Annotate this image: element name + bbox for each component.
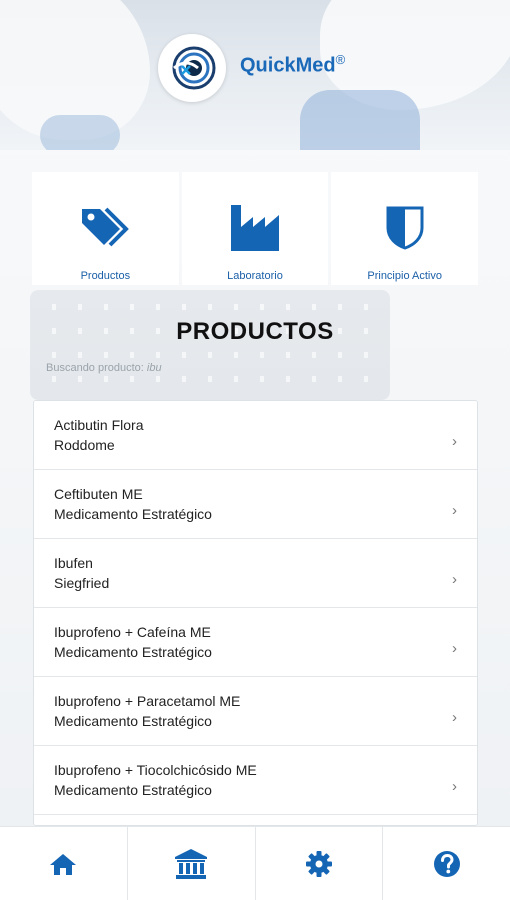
list-item[interactable]: Ceftibuten ME Medicamento Estratégico › bbox=[34, 470, 477, 539]
chevron-right-icon: › bbox=[452, 571, 457, 588]
app-title: QuickMed® bbox=[240, 52, 345, 78]
tile-principio-activo-label: Principio Activo bbox=[367, 270, 442, 282]
product-name: Ibuprofeno + Cafeína ME bbox=[54, 624, 211, 640]
product-lab: Medicamento Estratégico bbox=[54, 782, 212, 798]
product-lab: Medicamento Estratégico bbox=[54, 713, 212, 729]
product-lab: Siegfried bbox=[54, 575, 110, 591]
factory-icon bbox=[227, 200, 283, 256]
list-item[interactable]: Ibufen Siegfried › bbox=[34, 539, 477, 608]
search-query: ibu bbox=[146, 362, 162, 374]
tab-help[interactable] bbox=[383, 827, 510, 900]
help-icon bbox=[433, 850, 460, 877]
list-item-partial[interactable] bbox=[34, 815, 477, 825]
bank-icon bbox=[175, 848, 208, 879]
home-icon bbox=[50, 853, 77, 875]
search-prefix: Buscando producto: bbox=[46, 362, 144, 374]
list-item[interactable]: Ibuprofeno + Tiocolchicósido ME Medicame… bbox=[34, 746, 477, 815]
category-tiles: Productos Laboratorio Principio Activo bbox=[32, 172, 479, 285]
list-item[interactable]: Ibuprofeno + Cafeína ME Medicamento Estr… bbox=[34, 608, 477, 677]
product-list: Actibutin Flora Roddome › Ceftibuten ME … bbox=[33, 400, 478, 826]
tile-laboratorio-label: Laboratorio bbox=[227, 270, 283, 282]
chevron-right-icon: › bbox=[452, 778, 457, 795]
tab-institution[interactable] bbox=[128, 827, 256, 900]
product-name: Ibuprofeno + Paracetamol ME bbox=[54, 693, 241, 709]
product-name: Actibutin Flora bbox=[54, 417, 144, 433]
chevron-right-icon: › bbox=[452, 502, 457, 519]
gear-icon bbox=[305, 850, 332, 877]
app-header: QuickMed® bbox=[0, 30, 510, 110]
chevron-right-icon: › bbox=[452, 709, 457, 726]
list-item[interactable]: Actibutin Flora Roddome › bbox=[34, 401, 477, 470]
tab-home[interactable] bbox=[0, 827, 128, 900]
search-status: Buscando producto: ibu bbox=[46, 362, 162, 374]
bottom-tab-bar bbox=[0, 826, 510, 900]
tab-settings[interactable] bbox=[256, 827, 384, 900]
product-name: Ceftibuten ME bbox=[54, 486, 143, 502]
product-name: Ibuprofeno + Tiocolchicósido ME bbox=[54, 762, 257, 778]
shield-icon bbox=[377, 200, 433, 256]
tile-principio-activo[interactable]: Principio Activo bbox=[331, 172, 479, 285]
page-title: PRODUCTOS bbox=[176, 318, 334, 345]
tile-productos[interactable]: Productos bbox=[32, 172, 179, 285]
product-lab: Medicamento Estratégico bbox=[54, 644, 212, 660]
tags-icon bbox=[77, 200, 133, 256]
chevron-right-icon: › bbox=[452, 433, 457, 450]
chevron-right-icon: › bbox=[452, 640, 457, 657]
app-title-text: QuickMed bbox=[240, 54, 336, 77]
product-lab: Roddome bbox=[54, 437, 115, 453]
tile-laboratorio[interactable]: Laboratorio bbox=[181, 172, 329, 285]
product-name: Ibufen bbox=[54, 555, 93, 571]
app-logo bbox=[158, 34, 226, 102]
product-lab: Medicamento Estratégico bbox=[54, 506, 212, 522]
registered-mark: ® bbox=[335, 52, 346, 67]
list-item[interactable]: Ibuprofeno + Paracetamol ME Medicamento … bbox=[34, 677, 477, 746]
tile-productos-label: Productos bbox=[80, 270, 131, 282]
logo-icon bbox=[172, 46, 216, 90]
